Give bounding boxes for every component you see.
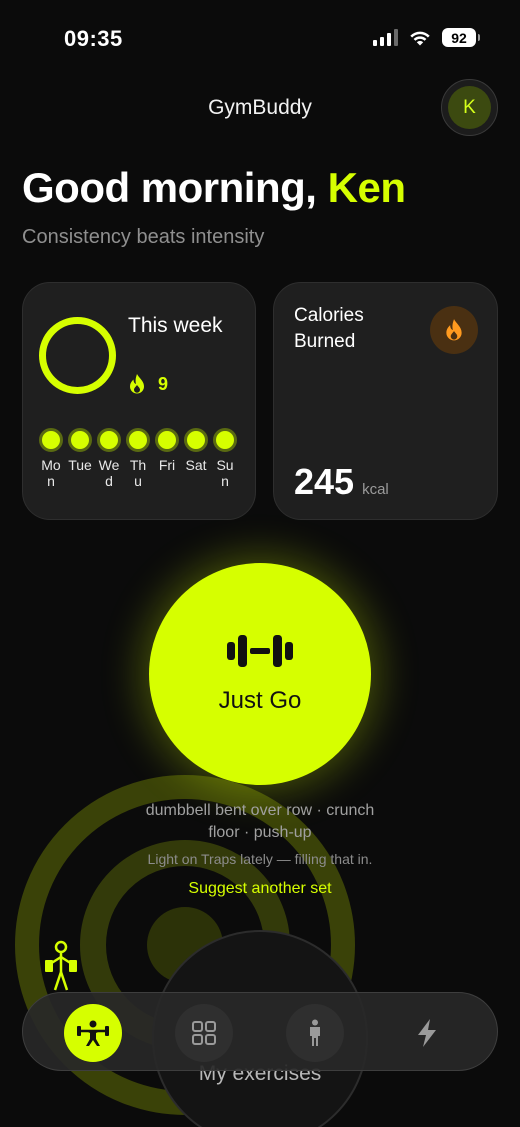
this-week-title: This week [128,314,223,337]
day-label: Thu [129,457,147,489]
day-wed: Wed [97,428,121,489]
suggested-exercises-line: dumbbell bent over row · crunch [145,802,375,819]
status-bar: 09:35 92 [0,0,520,76]
day-thu: Thu [126,428,150,489]
weekly-progress-ring [39,317,116,394]
calories-unit: kcal [362,481,389,498]
fire-badge [430,306,478,354]
dumbbell-icon [227,635,293,667]
day-tue: Tue [68,428,92,489]
person-icon [310,1019,320,1046]
calories-title: Calories Burned [294,305,364,352]
status-time: 09:35 [64,26,123,51]
day-label: Sat [185,457,207,473]
day-dot [184,428,208,452]
day-dot [68,428,92,452]
cellular-signal-icon [373,29,398,46]
bolt-icon [418,1019,436,1047]
day-sun: Sun [213,428,237,489]
calories-card[interactable]: Calories Burned 245 kcal [273,282,498,520]
streak-count: 9 [128,373,168,395]
weightlifter-figure-icon [45,940,77,991]
day-dot [126,428,150,452]
suggestion-hint: Light on Traps lately — filling that in. [147,851,373,867]
nav-library-button[interactable] [175,1004,233,1062]
calories-value: 245 kcal [294,461,389,503]
greeting-name: Ken [327,164,406,211]
wifi-icon [410,31,430,45]
this-week-card[interactable]: This week 9 Mon Tue Wed Thu Fri Sat Sun [22,282,256,520]
day-fri: Fri [155,428,179,489]
week-days: Mon Tue Wed Thu Fri Sat Sun [39,428,237,489]
nav-body-button[interactable] [286,1004,344,1062]
day-label: Sun [216,457,234,489]
greeting-prefix: Good morning, [22,164,328,211]
flame-icon [446,319,462,341]
avatar-initial: K [448,86,491,129]
day-label: Wed [98,457,120,489]
suggested-exercises: dumbbell bent over row · crunch floor · … [0,800,520,844]
day-label: Tue [68,457,92,473]
greeting-subtitle: Consistency beats intensity [22,226,265,248]
day-label: Mon [41,457,61,489]
day-mon: Mon [39,428,63,489]
day-dot [39,428,63,452]
battery-indicator: 92 [442,28,480,47]
suggest-another-set-link[interactable]: Suggest another set [0,880,520,898]
day-dot [213,428,237,452]
just-go-button[interactable]: Just Go [149,563,371,785]
streak-value: 9 [158,373,169,394]
day-sat: Sat [184,428,208,489]
nav-workout-button[interactable] [64,1004,122,1062]
greeting-heading: Good morning, Ken [22,164,406,212]
bottom-nav [22,992,498,1071]
day-dot [97,428,121,452]
just-go-label: Just Go [218,687,302,714]
status-icons: 92 [373,28,480,47]
grid-icon [192,1021,216,1045]
avatar-button[interactable]: K [441,79,498,136]
day-dot [155,428,179,452]
weightlifter-icon [77,1020,109,1046]
nav-quick-button[interactable] [398,1004,456,1062]
suggested-exercises-line: floor · push-up [208,824,312,841]
flame-icon [130,374,144,394]
day-label: Fri [158,457,176,473]
calories-number: 245 [294,461,355,502]
